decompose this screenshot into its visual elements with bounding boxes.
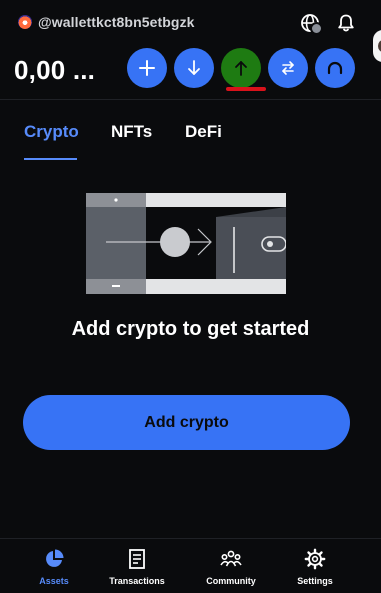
send-button[interactable] (221, 48, 261, 88)
arrow-down-icon (188, 60, 200, 75)
bell-icon[interactable] (335, 12, 357, 34)
nav-item-community[interactable]: Community (191, 539, 271, 593)
nav-label-assets: Assets (39, 576, 69, 586)
nav-item-transactions[interactable]: Transactions (97, 539, 177, 593)
bottom-navigation: Assets Transactions Community Settings (0, 538, 381, 592)
account-username: @wallettkct8bn5etbgzk (38, 14, 195, 30)
active-tab-indicator (24, 158, 77, 160)
wallet-avatar (18, 15, 32, 29)
pie-chart-icon (43, 548, 65, 570)
total-balance: 0,00 ... (14, 55, 96, 85)
swap-arrows-icon (282, 61, 294, 75)
network-status-dot (310, 22, 323, 35)
globe-icon[interactable] (299, 12, 323, 35)
receive-button[interactable] (174, 48, 214, 88)
buy-button[interactable] (127, 48, 167, 88)
nav-label-community: Community (206, 576, 256, 586)
side-panel-handle[interactable] (373, 30, 381, 62)
tab-nfts[interactable]: NFTs (111, 122, 152, 142)
nav-item-settings[interactable]: Settings (275, 539, 355, 593)
nav-item-assets[interactable]: Assets (14, 539, 94, 593)
empty-state-title: Add crypto to get started (71, 318, 310, 340)
arrow-up-icon (235, 61, 247, 76)
nav-label-transactions: Transactions (109, 576, 165, 586)
bridge-button[interactable] (315, 48, 355, 88)
gear-icon (304, 548, 326, 570)
send-button-underline (226, 87, 266, 91)
add-crypto-button[interactable]: Add crypto (23, 395, 350, 450)
tab-crypto[interactable]: Crypto (24, 122, 79, 142)
wallet-header: @wallettkct8bn5etbgzk 0,00 ... (0, 0, 381, 100)
document-icon (126, 548, 148, 570)
swap-button[interactable] (268, 48, 308, 88)
empty-state-illustration (86, 193, 287, 294)
tab-defi[interactable]: DeFi (185, 122, 222, 142)
account-selector[interactable]: @wallettkct8bn5etbgzk (18, 14, 195, 30)
action-buttons (127, 48, 355, 88)
plus-icon (139, 60, 155, 76)
nav-label-settings: Settings (297, 576, 333, 586)
people-icon (220, 548, 242, 570)
bridge-arc-icon (327, 61, 343, 75)
asset-tabs: Crypto NFTs DeFi (0, 100, 381, 161)
header-icons (299, 12, 357, 35)
